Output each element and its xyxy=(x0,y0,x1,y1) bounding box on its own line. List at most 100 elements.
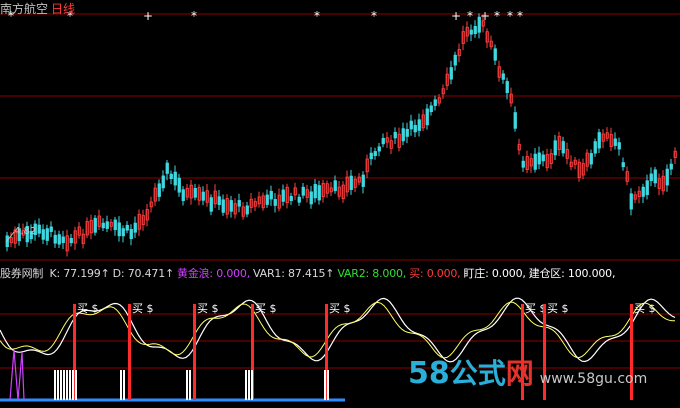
watermark-number: 58 xyxy=(408,356,450,391)
candle-body xyxy=(193,188,197,198)
candle-body xyxy=(113,219,117,231)
candle-body xyxy=(413,124,417,133)
candle-body xyxy=(613,138,617,146)
signal-marker: * xyxy=(191,9,197,23)
candle-body xyxy=(597,132,601,149)
candle-body xyxy=(433,99,437,106)
candle-body xyxy=(245,205,249,215)
candle-body xyxy=(53,234,57,244)
candle-body xyxy=(649,173,653,182)
indicator-field: VAR1: 87.415↑ xyxy=(253,267,335,280)
candle-body xyxy=(229,200,233,212)
candle-body xyxy=(617,142,621,150)
signal-marker: + xyxy=(480,9,490,23)
accumulation-bar xyxy=(60,370,62,400)
buy-label: 买 $ xyxy=(255,302,277,315)
watermark-word: 公式 xyxy=(449,357,506,390)
candle-body xyxy=(101,222,105,229)
watermark: 58公式网 www.58gu.com xyxy=(408,352,647,392)
candle-body xyxy=(553,140,557,156)
candle-body xyxy=(377,146,381,152)
candle-body xyxy=(501,73,505,80)
indicator-field: 买: 0.000, xyxy=(409,267,461,280)
candle-body xyxy=(217,196,221,205)
candle-body xyxy=(561,141,565,154)
candle-body xyxy=(221,199,225,213)
buy-label: 买 $ xyxy=(197,302,219,315)
buy-label: 买 $ xyxy=(547,302,569,315)
candle-body xyxy=(621,162,625,168)
candle-body xyxy=(541,154,545,162)
indicator-name[interactable]: 股券网制 xyxy=(0,267,43,280)
buy-label: 买 $ xyxy=(329,302,351,315)
buy-bar xyxy=(193,304,196,400)
candle-body xyxy=(45,228,49,241)
accumulation-bar xyxy=(120,370,122,400)
candle-body xyxy=(61,236,65,243)
candle-body xyxy=(537,152,541,165)
accumulation-bar xyxy=(123,370,125,400)
candle-body xyxy=(493,48,497,61)
candle-body xyxy=(425,108,429,126)
indicator-field: VAR2: 8.000, xyxy=(337,267,407,280)
candle-body xyxy=(301,186,305,196)
candle-body xyxy=(129,228,133,240)
chart-header: 南方航空 日线 xyxy=(0,0,75,17)
candle-body xyxy=(201,191,205,201)
indicator-values-bar: 股券网制 K: 77.199↑ D: 70.471↑ 黄金浪: 0.000, VAR1… xyxy=(0,265,618,281)
candle-body xyxy=(317,185,321,201)
indicator-field: 盯庄: 0.000, xyxy=(463,267,526,280)
candle-body xyxy=(181,189,185,202)
timeframe-label[interactable]: 日线 xyxy=(51,2,75,16)
signal-marker: + xyxy=(143,9,153,23)
watermark-word-red: 网 xyxy=(505,357,534,390)
candle-body xyxy=(169,173,173,180)
candle-body xyxy=(117,222,121,237)
candle-body xyxy=(417,119,421,131)
accumulation-bar xyxy=(248,370,250,400)
buy-label: 买 $ xyxy=(132,302,154,315)
candle-body xyxy=(381,137,385,145)
candle-body xyxy=(641,186,645,197)
candle-body xyxy=(665,168,669,186)
candle-body xyxy=(513,112,517,129)
candle-body xyxy=(429,105,433,113)
candle-body xyxy=(401,128,405,142)
candle-body xyxy=(273,199,277,206)
signal-marker: + xyxy=(451,9,461,23)
indicator-field: K: 77.199↑ xyxy=(49,267,110,280)
accumulation-bar xyxy=(54,370,56,400)
candle-body xyxy=(237,200,241,207)
buy-label: 买 $ xyxy=(77,302,99,315)
candle-body xyxy=(349,175,353,190)
price-low-label: 4.82 xyxy=(14,226,37,237)
candle-body xyxy=(133,222,137,233)
candle-body xyxy=(309,191,313,205)
candle-body xyxy=(333,180,337,192)
candle-body xyxy=(161,175,165,189)
signal-marker: * xyxy=(494,9,500,23)
candle-body xyxy=(629,193,633,210)
candle-body xyxy=(469,29,473,35)
candle-body xyxy=(57,234,61,245)
chart-window: * * + * * * + * + * * * 买 $ 买 $ 买 $ 买 $ 买 $ 买 $ 买 $ 买 $ 南方航… xyxy=(0,0,680,408)
candle-body xyxy=(41,229,45,240)
candle-body xyxy=(533,153,537,170)
accumulation-bar xyxy=(75,370,77,400)
candle-body xyxy=(157,183,161,197)
candle-body xyxy=(281,189,285,202)
accumulation-bar xyxy=(189,370,191,400)
signal-marker: * xyxy=(314,9,320,23)
candle-body xyxy=(593,141,597,154)
candlestick-chart[interactable]: * * + * * * + * + * * *买 $ 买 $ 买 $ 买 $ 买 $ 买 $ 买 $ 买 $ xyxy=(0,0,680,408)
accumulation-bar xyxy=(327,370,329,400)
candle-body xyxy=(369,152,373,160)
candle-body xyxy=(177,177,181,193)
candle-body xyxy=(93,217,97,233)
candle-body xyxy=(297,196,301,203)
candle-body xyxy=(645,180,649,196)
candle-body xyxy=(449,67,453,80)
indicator-field: 黄金浪: 0.000, xyxy=(177,267,251,280)
signal-marker: * xyxy=(517,9,523,23)
candle-body xyxy=(37,224,41,234)
